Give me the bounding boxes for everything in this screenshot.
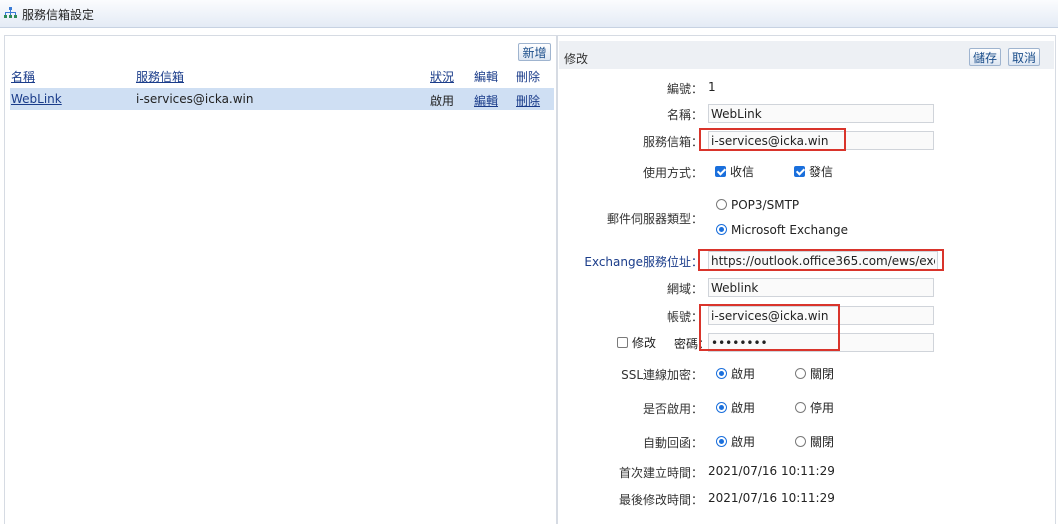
table-row[interactable]: WebLink i-services@icka.win 啟用 編輯 刪除 <box>10 88 554 110</box>
usage-label: 使用方式： <box>642 166 703 180</box>
column-header-name[interactable]: 名稱 <box>11 68 35 85</box>
enabled-label: 是否啟用： <box>642 402 703 416</box>
column-header-status[interactable]: 狀況 <box>430 68 454 85</box>
row-name-link[interactable]: WebLink <box>11 92 62 106</box>
auto-reply-on-radio[interactable] <box>716 436 727 447</box>
form-title: 修改 <box>564 52 589 66</box>
ssl-on-option[interactable]: 啟用 <box>716 365 755 382</box>
usage-receive-option[interactable]: 收信 <box>715 163 754 180</box>
auto-reply-on-label: 啟用 <box>731 435 756 449</box>
enabled-off-radio[interactable] <box>795 402 806 413</box>
enabled-on-option[interactable]: 啟用 <box>716 399 755 416</box>
ssl-off-option[interactable]: 關閉 <box>795 365 834 382</box>
account-label: 帳號： <box>666 310 703 324</box>
server-type-pop3-radio[interactable] <box>716 199 727 210</box>
name-label: 名稱： <box>666 108 703 122</box>
name-input[interactable] <box>708 104 934 123</box>
ssl-label: SSL連線加密： <box>621 368 703 382</box>
server-type-exchange-option[interactable]: Microsoft Exchange <box>716 222 848 237</box>
column-header-mailbox[interactable]: 服務信箱 <box>136 68 184 85</box>
window-title: 服務信箱設定 <box>22 8 95 22</box>
modified-label: 最後修改時間： <box>618 493 703 507</box>
new-button[interactable]: 新增 <box>518 43 551 61</box>
created-value: 2021/07/16 10:11:29 <box>708 464 835 478</box>
password-input[interactable] <box>708 333 934 352</box>
usage-send-label: 發信 <box>809 165 834 179</box>
mailbox-input[interactable] <box>708 131 934 150</box>
change-password-checkbox[interactable] <box>617 337 628 348</box>
row-status: 啟用 <box>430 94 455 108</box>
ssl-off-radio[interactable] <box>795 368 806 379</box>
row-delete-link[interactable]: 刪除 <box>516 92 540 109</box>
id-label: 編號： <box>666 82 703 96</box>
server-type-exchange-radio[interactable] <box>716 224 727 235</box>
change-password-label: 修改 <box>632 336 657 350</box>
usage-receive-label: 收信 <box>730 165 755 179</box>
auto-reply-off-label: 關閉 <box>810 435 835 449</box>
auto-reply-off-radio[interactable] <box>795 436 806 447</box>
enabled-on-radio[interactable] <box>716 402 727 413</box>
auto-reply-label: 自動回函： <box>642 436 703 450</box>
enabled-on-label: 啟用 <box>731 401 756 415</box>
auto-reply-off-option[interactable]: 關閉 <box>795 433 834 450</box>
usage-receive-checkbox[interactable] <box>715 166 726 177</box>
server-type-pop3-label: POP3/SMTP <box>731 197 800 212</box>
exchange-url-label: Exchange服務位址： <box>584 255 703 269</box>
sitemap-icon <box>4 7 17 18</box>
modified-value: 2021/07/16 10:11:29 <box>708 491 835 505</box>
mailbox-label: 服務信箱： <box>642 135 703 149</box>
row-edit-link[interactable]: 編輯 <box>474 92 498 109</box>
server-type-pop3-option[interactable]: POP3/SMTP <box>716 197 799 212</box>
list-header: 名稱 服務信箱 狀況 編輯 刪除 <box>11 68 553 86</box>
edit-form-panel: 修改 儲存 取消 編號： 1 名稱： 服務信箱： 使用方式： 收信 發信 郵件伺… <box>557 35 1056 524</box>
ssl-on-label: 啟用 <box>731 367 756 381</box>
change-password-option[interactable]: 修改 <box>617 334 656 351</box>
save-button[interactable]: 儲存 <box>969 48 1001 66</box>
column-header-edit: 編輯 <box>474 70 499 84</box>
mailbox-list-panel: 新增 名稱 服務信箱 狀況 編輯 刪除 WebLink i-services@i… <box>4 35 557 524</box>
auto-reply-on-option[interactable]: 啟用 <box>716 433 755 450</box>
server-type-exchange-label: Microsoft Exchange <box>731 222 849 237</box>
created-label: 首次建立時間： <box>618 466 703 480</box>
exchange-url-input[interactable] <box>708 251 938 270</box>
enabled-off-label: 停用 <box>810 401 835 415</box>
usage-send-option[interactable]: 發信 <box>794 163 833 180</box>
form-header: 修改 儲存 取消 <box>559 41 1054 69</box>
column-header-delete: 刪除 <box>516 70 541 84</box>
usage-send-checkbox[interactable] <box>794 166 805 177</box>
title-bar: 服務信箱設定 <box>0 0 1058 28</box>
row-mailbox: i-services@icka.win <box>136 92 254 106</box>
domain-input[interactable] <box>708 278 934 297</box>
enabled-off-option[interactable]: 停用 <box>795 399 834 416</box>
cancel-button[interactable]: 取消 <box>1008 48 1040 66</box>
ssl-on-radio[interactable] <box>716 368 727 379</box>
account-input[interactable] <box>708 306 934 325</box>
ssl-off-label: 關閉 <box>810 367 835 381</box>
domain-label: 網域： <box>666 282 703 296</box>
password-label: 密碼： <box>674 337 711 351</box>
server-type-label: 郵件伺服器類型： <box>606 212 703 226</box>
id-value: 1 <box>708 80 716 94</box>
